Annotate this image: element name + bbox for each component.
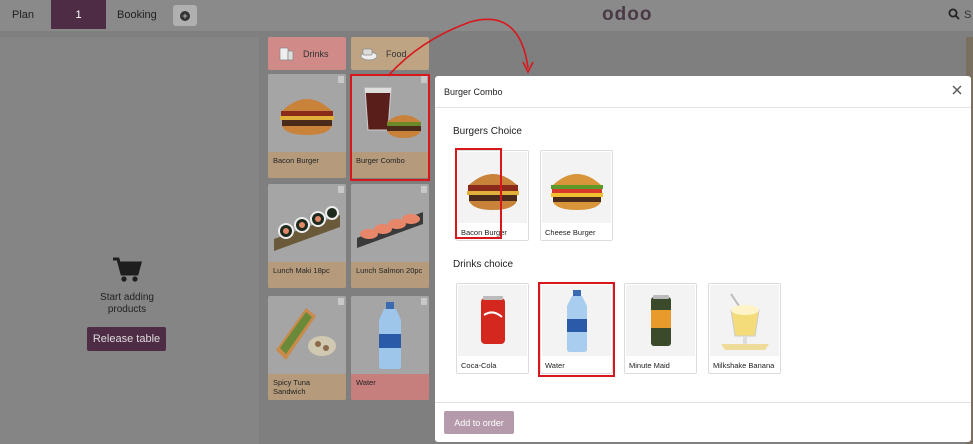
choice-coca-cola[interactable]: Coca-Cola	[456, 283, 529, 374]
product-info-tag[interactable]	[338, 298, 344, 305]
spicy-tuna-sandwich-image	[268, 296, 346, 374]
cart-icon	[113, 257, 142, 282]
milkshake-banana-image	[710, 285, 779, 356]
product-info-tag[interactable]	[338, 186, 344, 193]
add-order-button[interactable]: +	[173, 5, 197, 26]
water-image	[351, 296, 429, 374]
drinks-icon	[279, 47, 294, 60]
modal-footer: Add to order	[435, 402, 971, 442]
booking-tab[interactable]: Booking	[117, 9, 157, 21]
product-tile-spicy-tuna-sandwich[interactable]: Spicy Tuna Sandwich	[268, 296, 346, 400]
empty-order-message: Start adding products	[100, 292, 154, 315]
lunch-salmon-image	[351, 184, 429, 262]
product-name: Spicy Tuna Sandwich	[268, 374, 346, 400]
product-tile-water[interactable]: Water	[351, 296, 429, 400]
product-name: Water	[351, 374, 429, 400]
burger-combo-highlight	[350, 74, 430, 181]
choice-label: Milkshake Banana	[713, 361, 775, 370]
add-to-order-button[interactable]: Add to order	[444, 411, 514, 434]
choice-label: Coca-Cola	[461, 361, 497, 370]
combo-modal: Burger Combo Burgers Choice Bacon Burger	[435, 76, 971, 442]
close-icon[interactable]	[952, 85, 962, 95]
product-info-tag[interactable]	[421, 186, 427, 193]
choice-minute-maid[interactable]: Minute Maid	[624, 283, 697, 374]
plus-circle-icon: +	[180, 10, 190, 21]
cheese-burger-image	[542, 152, 611, 223]
coca-cola-image	[458, 285, 527, 356]
choice-label: Minute Maid	[629, 361, 670, 370]
choice-cheese-burger[interactable]: Cheese Burger	[540, 150, 613, 241]
release-table-button[interactable]: Release table	[87, 327, 166, 351]
category-food[interactable]: Food	[351, 37, 429, 70]
lunch-maki-image	[268, 184, 346, 262]
product-tile-lunch-maki[interactable]: Lunch Maki 18pc	[268, 184, 346, 288]
water-selection-highlight	[538, 282, 615, 377]
modal-title: Burger Combo	[444, 87, 503, 97]
product-name: Lunch Salmon 20pc	[351, 262, 429, 288]
product-name: Lunch Maki 18pc	[268, 262, 346, 288]
food-icon	[360, 48, 378, 60]
category-label: Food	[386, 48, 407, 59]
product-info-tag[interactable]	[338, 76, 344, 83]
order-panel: Start adding products Release table	[0, 37, 259, 444]
minute-maid-image	[626, 285, 695, 356]
product-name: Bacon Burger	[268, 152, 346, 178]
plan-tab[interactable]: Plan	[12, 9, 34, 21]
product-tile-bacon-burger[interactable]: Bacon Burger	[268, 74, 346, 178]
burgers-choice-title: Burgers Choice	[453, 126, 522, 137]
modal-header: Burger Combo	[435, 76, 971, 108]
product-info-tag[interactable]	[421, 298, 427, 305]
category-label: Drinks	[303, 48, 329, 59]
choice-label: Cheese Burger	[545, 228, 596, 237]
odoo-logo: odoo	[602, 4, 653, 25]
drinks-choice-title: Drinks choice	[453, 259, 514, 270]
product-tile-lunch-salmon[interactable]: Lunch Salmon 20pc	[351, 184, 429, 288]
search-label: S	[964, 9, 972, 21]
choice-milkshake-banana[interactable]: Milkshake Banana	[708, 283, 781, 374]
top-navbar: Plan 1 Booking + odoo S	[0, 0, 973, 31]
category-drinks[interactable]: Drinks	[268, 37, 346, 70]
search-icon[interactable]	[948, 8, 960, 20]
bacon-burger-image	[268, 74, 346, 152]
bacon-burger-selection-highlight	[455, 148, 502, 239]
order-tab-1[interactable]: 1	[51, 0, 106, 29]
